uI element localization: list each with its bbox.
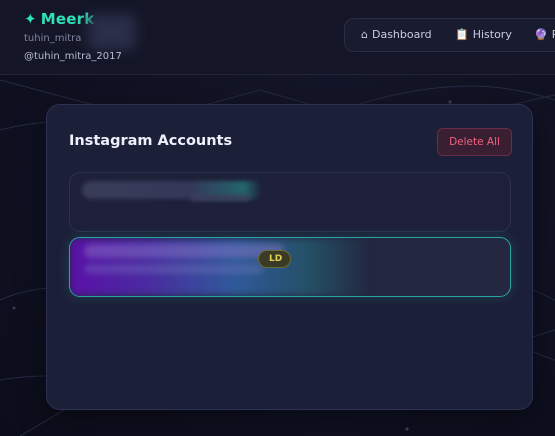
redacted-account-detail	[84, 264, 264, 274]
user-handle: @tuhin_mitra_2017	[24, 51, 122, 62]
nav-item-label: History	[472, 28, 512, 41]
instagram-accounts-card: Instagram Accounts Delete All LD	[46, 104, 533, 410]
account-item-selected[interactable]: LD	[69, 237, 511, 297]
username-label: tuhin_mitra	[24, 33, 82, 44]
redacted-account-detail	[190, 195, 250, 201]
nav-bar: ⌂Dashboard 📋History 🔮P	[344, 18, 555, 52]
nav-item-partial[interactable]: 🔮P	[534, 28, 555, 41]
status-badge: LD	[258, 250, 292, 268]
sparkle-icon: ✦	[24, 10, 37, 28]
nav-item-history[interactable]: 📋 History	[455, 28, 512, 41]
brand-logo[interactable]: ✦ Meerk	[24, 10, 94, 28]
card-title: Instagram Accounts	[69, 133, 233, 149]
home-icon: ⌂	[361, 28, 368, 41]
nav-item-label: Dashboard	[371, 28, 432, 41]
delete-all-button[interactable]: Delete All	[437, 128, 512, 156]
top-header: ✦ Meerk tuhin_mitra @tuhin_mitra_2017 ⌂ Da…	[0, 0, 555, 75]
crystal-ball-icon: 🔮	[534, 28, 548, 41]
app-page: ✦ Meerk tuhin_mitra @tuhin_mitra_2017 ⌂ Da…	[0, 0, 555, 436]
clipboard-icon: 📋	[455, 28, 469, 41]
brand-name: Meerk	[40, 10, 95, 28]
redacted-brand-blur	[88, 14, 136, 50]
account-item[interactable]	[69, 172, 511, 232]
nav-item-dashboard[interactable]: ⌂ Dashboard	[361, 28, 432, 41]
redacted-account-name	[84, 244, 284, 258]
